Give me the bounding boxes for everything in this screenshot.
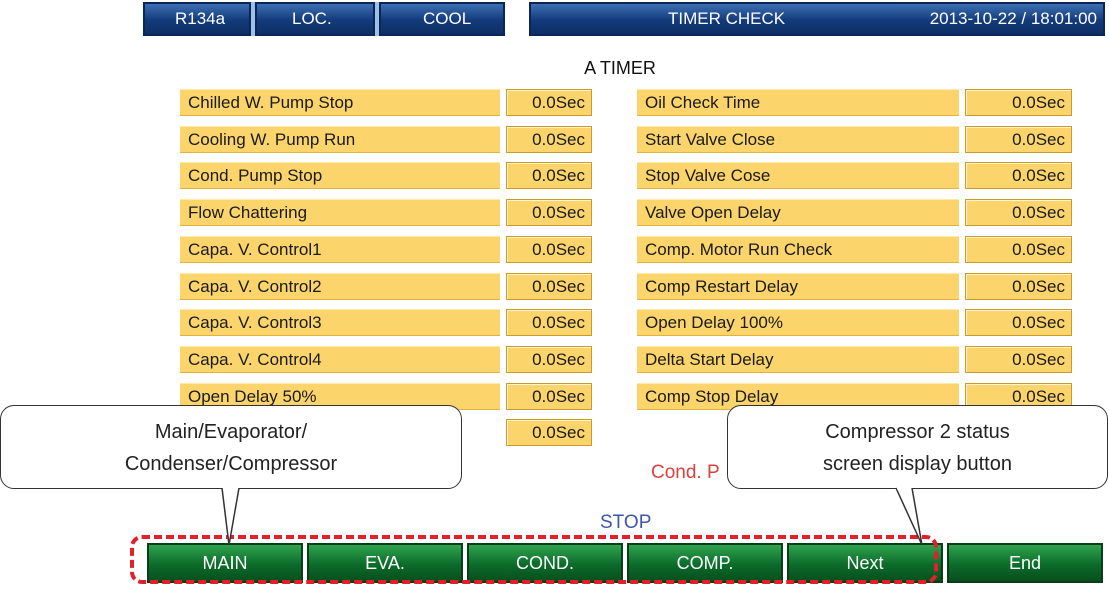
timer-label: Cooling W. Pump Run — [180, 125, 500, 153]
callout-right-line2: screen display button — [822, 453, 1012, 475]
callout-right: Compressor 2 status screen display butto… — [727, 405, 1108, 489]
timer-label: Stop Valve Cose — [637, 162, 959, 190]
timer-row: Capa. V. Control3 0.0Sec — [180, 309, 592, 337]
timer-label: Capa. V. Control3 — [180, 309, 500, 337]
timer-value: 0.0Sec — [965, 345, 1072, 373]
timer-value: 0.0Sec — [506, 162, 592, 190]
timer-label: Capa. V. Control2 — [180, 272, 500, 300]
callout-right-line1: Compressor 2 status — [825, 421, 1010, 443]
timer-label: Capa. V. Control4 — [180, 345, 500, 373]
timer-label: Cond. Pump Stop — [180, 162, 500, 190]
timer-row: Comp Restart Delay 0.0Sec — [637, 272, 1072, 300]
end-button[interactable]: End — [947, 543, 1103, 583]
timer-row: Cooling W. Pump Run 0.0Sec — [180, 125, 592, 153]
timer-row: Stop Valve Cose 0.0Sec — [637, 162, 1072, 190]
timer-value: 0.0Sec — [506, 89, 592, 116]
timer-value: 0.0Sec — [506, 345, 592, 373]
timer-value: 0.0Sec — [506, 382, 592, 410]
timer-row: Open Delay 100% 0.0Sec — [637, 309, 1072, 337]
timer-value: 0.0Sec — [506, 125, 592, 153]
timer-row: Capa. V. Control1 0.0Sec — [180, 235, 592, 263]
timer-row: Valve Open Delay 0.0Sec — [637, 199, 1072, 227]
mode-indicator: LOC. — [255, 2, 375, 36]
timer-label: Oil Check Time — [637, 89, 959, 116]
timer-value: 0.0Sec — [965, 235, 1072, 263]
timer-row: Delta Start Delay 0.0Sec — [637, 345, 1072, 373]
screen-title-bar: TIMER CHECK 2013-10-22 / 18:01:00 — [529, 2, 1105, 36]
timer-label: Open Delay 100% — [637, 309, 959, 337]
timer-value: 0.0Sec — [506, 235, 592, 263]
timer-value: 0.0Sec — [506, 419, 592, 447]
timer-label: Chilled W. Pump Stop — [180, 89, 500, 116]
run-state-text: STOP — [600, 512, 652, 533]
timer-label: Flow Chattering — [180, 199, 500, 227]
timer-value: 0.0Sec — [965, 199, 1072, 227]
callout-left-line2: Condenser/Compressor — [124, 453, 338, 475]
cond-pump-status-text: Cond. P — [651, 462, 720, 483]
callout-left-line1: Main/Evaporator/ — [154, 421, 308, 443]
callout-left: Main/Evaporator/ Condenser/Compressor — [0, 405, 462, 489]
timer-row: Capa. V. Control2 0.0Sec — [180, 272, 592, 300]
timer-row: Cond. Pump Stop 0.0Sec — [180, 162, 592, 190]
timer-value: 0.0Sec — [506, 199, 592, 227]
refrigerant-indicator: R134a — [143, 2, 251, 36]
timer-value: 0.0Sec — [965, 309, 1072, 337]
datetime: 2013-10-22 / 18:01:00 — [929, 9, 1097, 28]
timer-row: Flow Chattering 0.0Sec — [180, 199, 592, 227]
timer-row: Chilled W. Pump Stop 0.0Sec — [180, 89, 592, 116]
timer-label: Comp Restart Delay — [637, 272, 959, 300]
timer-value: 0.0Sec — [506, 272, 592, 300]
timer-row: Comp. Motor Run Check 0.0Sec — [637, 235, 1072, 263]
timer-label: Start Valve Close — [637, 125, 959, 153]
timer-value: 0.0Sec — [965, 89, 1072, 116]
highlight-frame — [130, 535, 938, 584]
timer-row: Start Valve Close 0.0Sec — [637, 125, 1072, 153]
timer-label: Capa. V. Control1 — [180, 235, 500, 263]
timer-label: Delta Start Delay — [637, 345, 959, 373]
operation-indicator: COOL — [379, 2, 505, 36]
timer-row: Capa. V. Control4 0.0Sec — [180, 345, 592, 373]
timer-label: Valve Open Delay — [637, 199, 959, 227]
top-status-bar: R134a LOC. COOL TIMER CHECK 2013-10-22 /… — [143, 2, 1105, 36]
header-gap — [505, 2, 525, 36]
timer-value: 0.0Sec — [965, 272, 1072, 300]
timer-label: Comp. Motor Run Check — [637, 235, 959, 263]
timer-value: 0.0Sec — [965, 125, 1072, 153]
timer-value: 0.0Sec — [965, 162, 1072, 190]
page-title: A TIMER — [584, 58, 656, 78]
timer-row: Oil Check Time 0.0Sec — [637, 89, 1072, 116]
screen-title: TIMER CHECK — [668, 9, 786, 28]
timer-value: 0.0Sec — [506, 309, 592, 337]
